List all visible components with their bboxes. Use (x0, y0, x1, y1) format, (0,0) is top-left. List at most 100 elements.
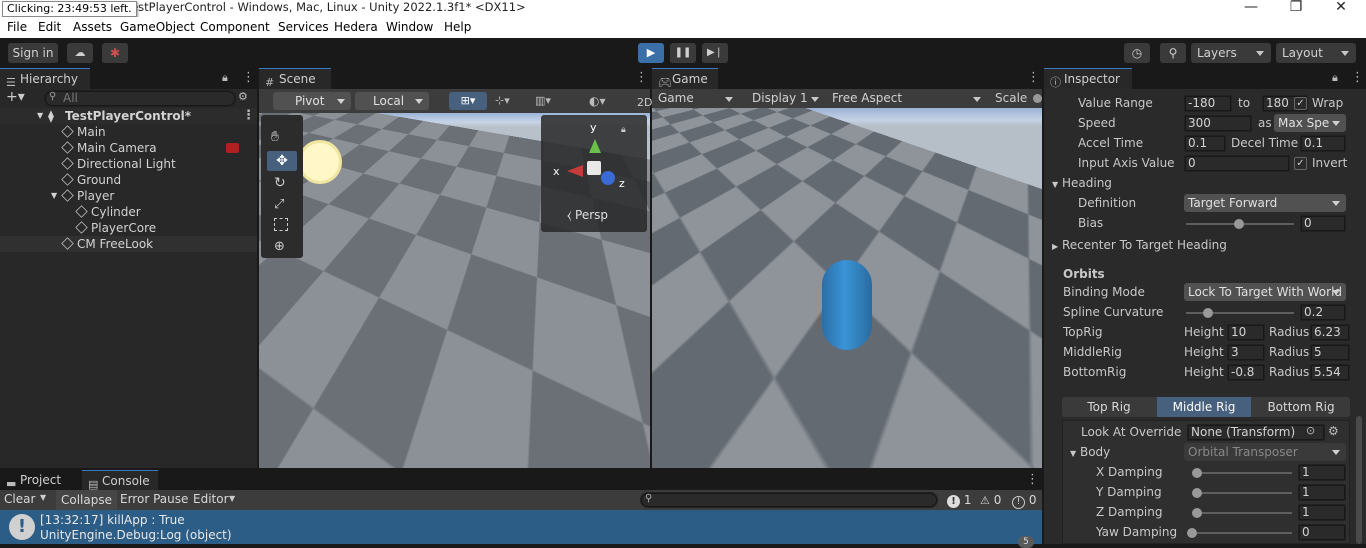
y-damping-field[interactable]: 1 (1298, 484, 1346, 501)
z-damping-slider-track[interactable] (1196, 512, 1292, 514)
collab-icon[interactable]: ✱ (102, 43, 128, 63)
minimize-button[interactable]: — (1228, 0, 1274, 17)
gizmo-center[interactable] (587, 161, 601, 175)
gizmo-x-axis[interactable] (567, 165, 583, 177)
tab-inspector[interactable]: ⓘ Inspector (1044, 68, 1132, 89)
hierarchy-item-playercore[interactable]: PlayerCore (0, 220, 257, 236)
heading-foldout[interactable]: ▼ Heading (1052, 176, 1112, 190)
spline-slider-knob[interactable] (1203, 308, 1213, 318)
body-foldout[interactable]: ▼ Body (1070, 445, 1110, 459)
inspector-menu-icon[interactable]: ⋮ (1351, 70, 1364, 85)
tab-project[interactable]: ▬ Project (0, 470, 76, 491)
wrap-checkbox[interactable]: ✓ (1294, 97, 1307, 110)
tab-hierarchy[interactable]: ☰ Hierarchy (0, 68, 90, 89)
scale-slider-knob[interactable] (1033, 94, 1042, 103)
gizmo-z-axis[interactable] (601, 171, 615, 185)
console-menu-icon[interactable]: ⋮ (1026, 472, 1039, 487)
menu-edit[interactable]: Edit (38, 20, 61, 34)
shading-mode-button[interactable]: ◐▾ (589, 92, 625, 110)
hierarchy-item-directional-light[interactable]: Directional Light (0, 156, 257, 172)
create-button[interactable]: +▾ (6, 89, 25, 105)
scene-menu-icon[interactable]: ⋮ (635, 70, 648, 85)
speed-mode-dropdown[interactable]: Max Spe (1274, 114, 1346, 132)
local-dropdown[interactable]: Local (355, 92, 429, 110)
accel-time-field[interactable]: 0.1 (1184, 135, 1226, 152)
pivot-dropdown[interactable]: Pivot (273, 92, 351, 110)
menu-file[interactable]: File (7, 20, 27, 34)
ruler-button[interactable]: ▥▾ (535, 92, 567, 110)
console-search-input[interactable] (640, 492, 938, 508)
spline-curvature-field[interactable]: 0.2 (1300, 304, 1346, 321)
invert-checkbox[interactable]: ✓ (1294, 157, 1307, 170)
tab-middle-rig[interactable]: Middle Rig (1157, 397, 1251, 417)
object-picker-icon[interactable]: ⊙ (1306, 424, 1315, 437)
2d-toggle[interactable]: 2D (637, 96, 652, 109)
hierarchy-item-cm-freelook[interactable]: CM FreeLook (0, 236, 257, 252)
scene-menu-icon[interactable]: ⋮ (242, 108, 255, 124)
toprig-height-field[interactable]: 10 (1227, 324, 1265, 341)
scene-root-row[interactable]: ▼ ⧫ TestPlayerControl* ⋮ (0, 108, 257, 124)
sign-in-button[interactable]: Sign in (8, 43, 58, 63)
input-axis-value-field[interactable]: 0 (1184, 155, 1290, 172)
middlerig-height-field[interactable]: 3 (1227, 344, 1265, 361)
hand-tool-icon[interactable]: ✋︎ (271, 129, 279, 145)
tab-top-rig[interactable]: Top Rig (1062, 397, 1156, 417)
menu-services[interactable]: Services (278, 20, 329, 34)
z-damping-slider-knob[interactable] (1192, 508, 1202, 518)
gizmo-lock-icon[interactable]: 🔒︎ (621, 125, 626, 135)
clear-options-icon[interactable]: ▼ (40, 493, 46, 502)
display-dropdown[interactable]: Display 1 (746, 89, 826, 108)
scene-viewport[interactable]: ✋︎ ✥ ↻ ⤢ ⊕ 🔒︎ y x z ⧼ Persp (259, 113, 650, 468)
bias-field[interactable]: 0 (1300, 215, 1346, 232)
hierarchy-item-main[interactable]: Main (0, 124, 257, 140)
inspector-lock-icon[interactable]: 🔒︎ (1332, 71, 1338, 85)
yaw-damping-field[interactable]: 0 (1298, 524, 1346, 541)
game-view-dropdown[interactable]: Game (652, 89, 740, 108)
close-button[interactable]: ✕ (1318, 0, 1364, 17)
menu-gameobject[interactable]: GameObject (120, 20, 195, 34)
console-log-entry[interactable]: ! [13:32:17] killApp : True UnityEngine.… (0, 510, 1042, 548)
persp-toggle[interactable]: ⧼ Persp (567, 208, 608, 223)
yaw-damping-slider-track[interactable] (1192, 532, 1292, 534)
hierarchy-menu-icon[interactable]: ⋮ (242, 70, 255, 85)
error-count-toggle[interactable]: ! 0 (1012, 493, 1036, 509)
value-range-min-field[interactable]: -180 (1184, 95, 1232, 112)
x-damping-field[interactable]: 1 (1298, 464, 1346, 481)
binding-mode-dropdown[interactable]: Lock To Target With World (1184, 283, 1346, 301)
decel-time-field[interactable]: 0.1 (1300, 135, 1346, 152)
log-count-toggle[interactable]: ! 1 (947, 493, 971, 508)
maximize-button[interactable]: ❐ (1273, 0, 1319, 17)
tab-scene[interactable]: # Scene (259, 68, 331, 89)
hierarchy-item-ground[interactable]: Ground (0, 172, 257, 188)
history-icon[interactable]: ◷ (1124, 43, 1150, 63)
inspector-scrollbar[interactable] (1356, 416, 1362, 544)
body-dropdown[interactable]: Orbital Transposer (1184, 443, 1346, 461)
menu-hedera[interactable]: Hedera (334, 20, 378, 34)
collapse-button[interactable]: Collapse (56, 490, 117, 510)
error-pause-button[interactable]: Error Pause (120, 492, 188, 506)
settings-gear-icon[interactable]: ⚙ (1328, 424, 1339, 438)
layout-dropdown[interactable]: Layout (1276, 43, 1356, 63)
x-damping-slider-knob[interactable] (1192, 468, 1202, 478)
bias-slider-knob[interactable] (1234, 219, 1244, 229)
scale-tool-icon[interactable]: ⤢ (274, 197, 284, 212)
recenter-foldout[interactable]: ▶ Recenter To Target Heading (1052, 238, 1227, 252)
y-damping-slider-track[interactable] (1196, 492, 1292, 494)
speed-field[interactable]: 300 (1184, 115, 1252, 132)
game-menu-icon[interactable]: ⋮ (1027, 70, 1040, 85)
definition-dropdown[interactable]: Target Forward (1184, 194, 1346, 212)
clear-button[interactable]: Clear (4, 492, 35, 506)
gizmo-y-axis[interactable] (589, 139, 601, 153)
menu-window[interactable]: Window (386, 20, 433, 34)
tab-game[interactable]: 🎮︎ Game (652, 68, 718, 89)
y-damping-slider-knob[interactable] (1192, 488, 1202, 498)
rotate-tool-icon[interactable]: ↻ (274, 175, 286, 191)
expand-arrow-icon[interactable]: ▼ (51, 188, 57, 204)
grid-snap-button[interactable]: ⊞▾ (449, 92, 487, 110)
z-damping-field[interactable]: 1 (1298, 504, 1346, 521)
yaw-damping-slider-knob[interactable] (1187, 528, 1197, 538)
layers-dropdown[interactable]: Layers (1191, 43, 1271, 63)
game-viewport[interactable] (652, 108, 1042, 468)
expand-arrow-icon[interactable]: ▼ (37, 108, 43, 124)
scene-gizmo[interactable]: 🔒︎ y x z ⧼ Persp (541, 115, 647, 232)
